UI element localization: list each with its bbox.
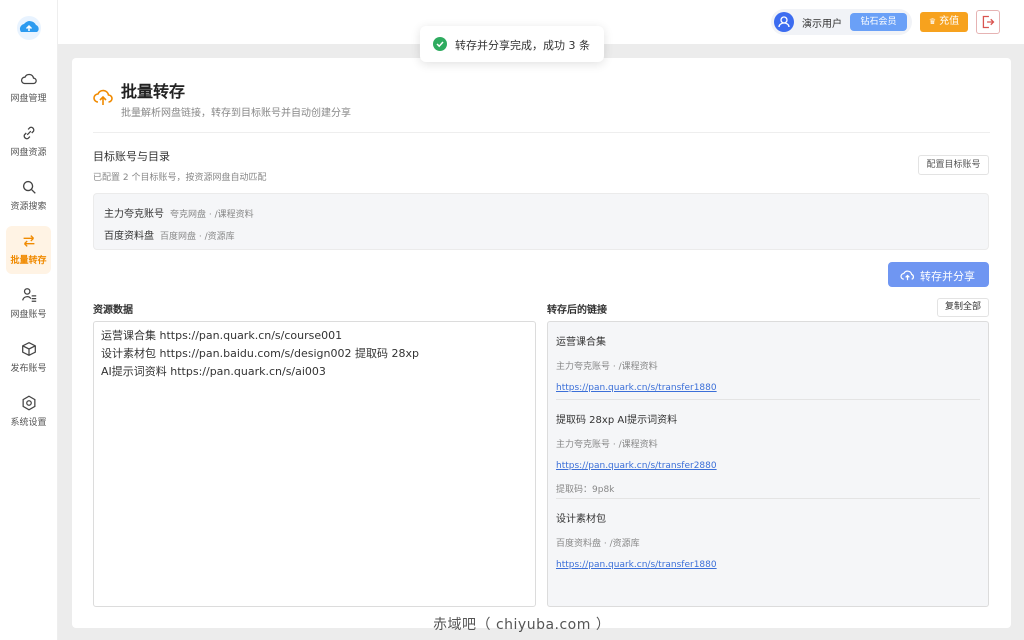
main-card: 批量转存 批量解析网盘链接，转存到目标账号并自动创建分享 目标账号与目录 已配置…	[72, 58, 1011, 628]
result-path: 主力夸克账号 · /课程资料	[556, 362, 658, 372]
watermark: 赤域吧（ chiyuba.com ）	[433, 617, 611, 633]
user-list-icon	[21, 288, 36, 302]
recharge-label: 充值	[939, 16, 960, 27]
result-code: 提取码：9p8k	[556, 485, 615, 495]
nav-label: 系统设置	[10, 418, 47, 428]
box-icon	[21, 341, 36, 357]
nav-label: 批量转存	[10, 256, 47, 266]
result-panel: 运营课合集 主力夸克账号 · /课程资料 https://pan.quark.c…	[547, 321, 989, 607]
crown-icon: ♛	[928, 17, 936, 26]
gear-icon	[22, 395, 35, 411]
result-link[interactable]: https://pan.quark.cn/s/transfer1880	[556, 383, 980, 393]
nav-label: 网盘账号	[10, 310, 47, 320]
source-line: 设计素材包 https://pan.baidu.com/s/design002 …	[101, 347, 419, 360]
target-account-list: 主力夸克账号 夸克网盘 · /课程资料 百度资料盘 百度网盘 · /资源库	[93, 193, 989, 250]
nav-item-publish-account[interactable]: 发布账号	[6, 334, 51, 382]
user-icon	[778, 16, 790, 28]
nav-item-batch-transfer[interactable]: 批量转存	[6, 226, 51, 274]
target-section-desc: 已配置 2 个目标账号，按资源网盘自动匹配	[93, 173, 267, 183]
nav-label: 资源搜索	[10, 202, 47, 212]
cloud-icon	[20, 73, 37, 85]
nav-label: 网盘资源	[10, 148, 47, 158]
transfer-share-label: 转存并分享	[920, 270, 975, 283]
result-label: 转存后的链接	[547, 305, 607, 316]
result-title: 运营课合集	[556, 337, 606, 348]
source-label: 资源数据	[93, 305, 133, 316]
result-title: 提取码 28xp AI提示词资料	[556, 415, 678, 426]
logout-icon	[982, 15, 995, 29]
logout-button[interactable]	[976, 10, 1000, 34]
nav-label: 网盘管理	[10, 94, 47, 104]
divider	[556, 498, 980, 499]
cloud-upload-icon	[900, 270, 914, 281]
page-title: 批量转存	[121, 82, 186, 101]
result-link[interactable]: https://pan.quark.cn/s/transfer1880	[556, 560, 980, 570]
target-section-title: 目标账号与目录	[93, 150, 170, 163]
account-path: 百度网盘 · /资源库	[160, 232, 235, 242]
sidebar: 网盘管理 网盘资源 资源搜索 批量转存 网盘账号 发布账号 系统设置	[0, 0, 58, 640]
nav-item-disk-manage[interactable]: 网盘管理	[6, 64, 51, 112]
check-circle-icon	[433, 37, 447, 51]
account-name: 百度资料盘	[104, 231, 154, 242]
nav-item-disk-resource[interactable]: 网盘资源	[6, 118, 51, 166]
nav-item-system-settings[interactable]: 系统设置	[6, 388, 51, 436]
configure-target-button[interactable]: 配置目标账号	[918, 155, 989, 175]
target-account-item: 百度资料盘 百度网盘 · /资源库	[104, 227, 235, 242]
transfer-share-button[interactable]: 转存并分享	[888, 262, 989, 287]
nav-item-disk-account[interactable]: 网盘账号	[6, 280, 51, 328]
user-name: 演示用户	[802, 19, 842, 30]
result-link[interactable]: https://pan.quark.cn/s/transfer2880	[556, 461, 980, 471]
nav-label: 发布账号	[10, 364, 47, 374]
result-title: 设计素材包	[556, 514, 606, 525]
cloud-upload-icon	[93, 89, 113, 105]
result-item: 运营课合集 主力夸克账号 · /课程资料 https://pan.quark.c…	[556, 333, 980, 393]
page-subtitle: 批量解析网盘链接，转存到目标账号并自动创建分享	[121, 108, 351, 119]
account-path: 夸克网盘 · /课程资料	[170, 210, 254, 220]
source-line: AI提示词资料 https://pan.quark.cn/s/ai003	[101, 365, 326, 378]
toast-message: 转存并分享完成，成功 3 条	[455, 39, 590, 52]
nav-item-resource-search[interactable]: 资源搜索	[6, 172, 51, 220]
transfer-icon	[23, 235, 34, 247]
divider	[556, 399, 980, 400]
avatar	[774, 12, 794, 32]
target-account-item: 主力夸克账号 夸克网盘 · /课程资料	[104, 205, 254, 220]
copy-all-button[interactable]: 复制全部	[937, 298, 989, 317]
vip-badge: 钻石会员	[850, 13, 907, 31]
result-item: 提取码 28xp AI提示词资料 主力夸克账号 · /课程资料 https://…	[556, 411, 980, 495]
divider	[93, 132, 990, 133]
result-path: 主力夸克账号 · /课程资料	[556, 440, 658, 450]
account-name: 主力夸克账号	[104, 209, 164, 220]
success-toast: 转存并分享完成，成功 3 条	[420, 26, 604, 62]
result-item: 设计素材包 百度资料盘 · /资源库 https://pan.quark.cn/…	[556, 510, 980, 570]
link-icon	[23, 126, 34, 140]
recharge-button[interactable]: ♛ 充值	[920, 12, 968, 32]
source-textarea[interactable]: 运营课合集 https://pan.quark.cn/s/course001 设…	[93, 321, 536, 607]
search-icon	[22, 180, 36, 194]
result-path: 百度资料盘 · /资源库	[556, 539, 640, 549]
user-menu[interactable]: 演示用户 钻石会员	[771, 9, 912, 35]
source-line: 运营课合集 https://pan.quark.cn/s/course001	[101, 329, 343, 342]
app-logo-icon	[17, 16, 41, 40]
